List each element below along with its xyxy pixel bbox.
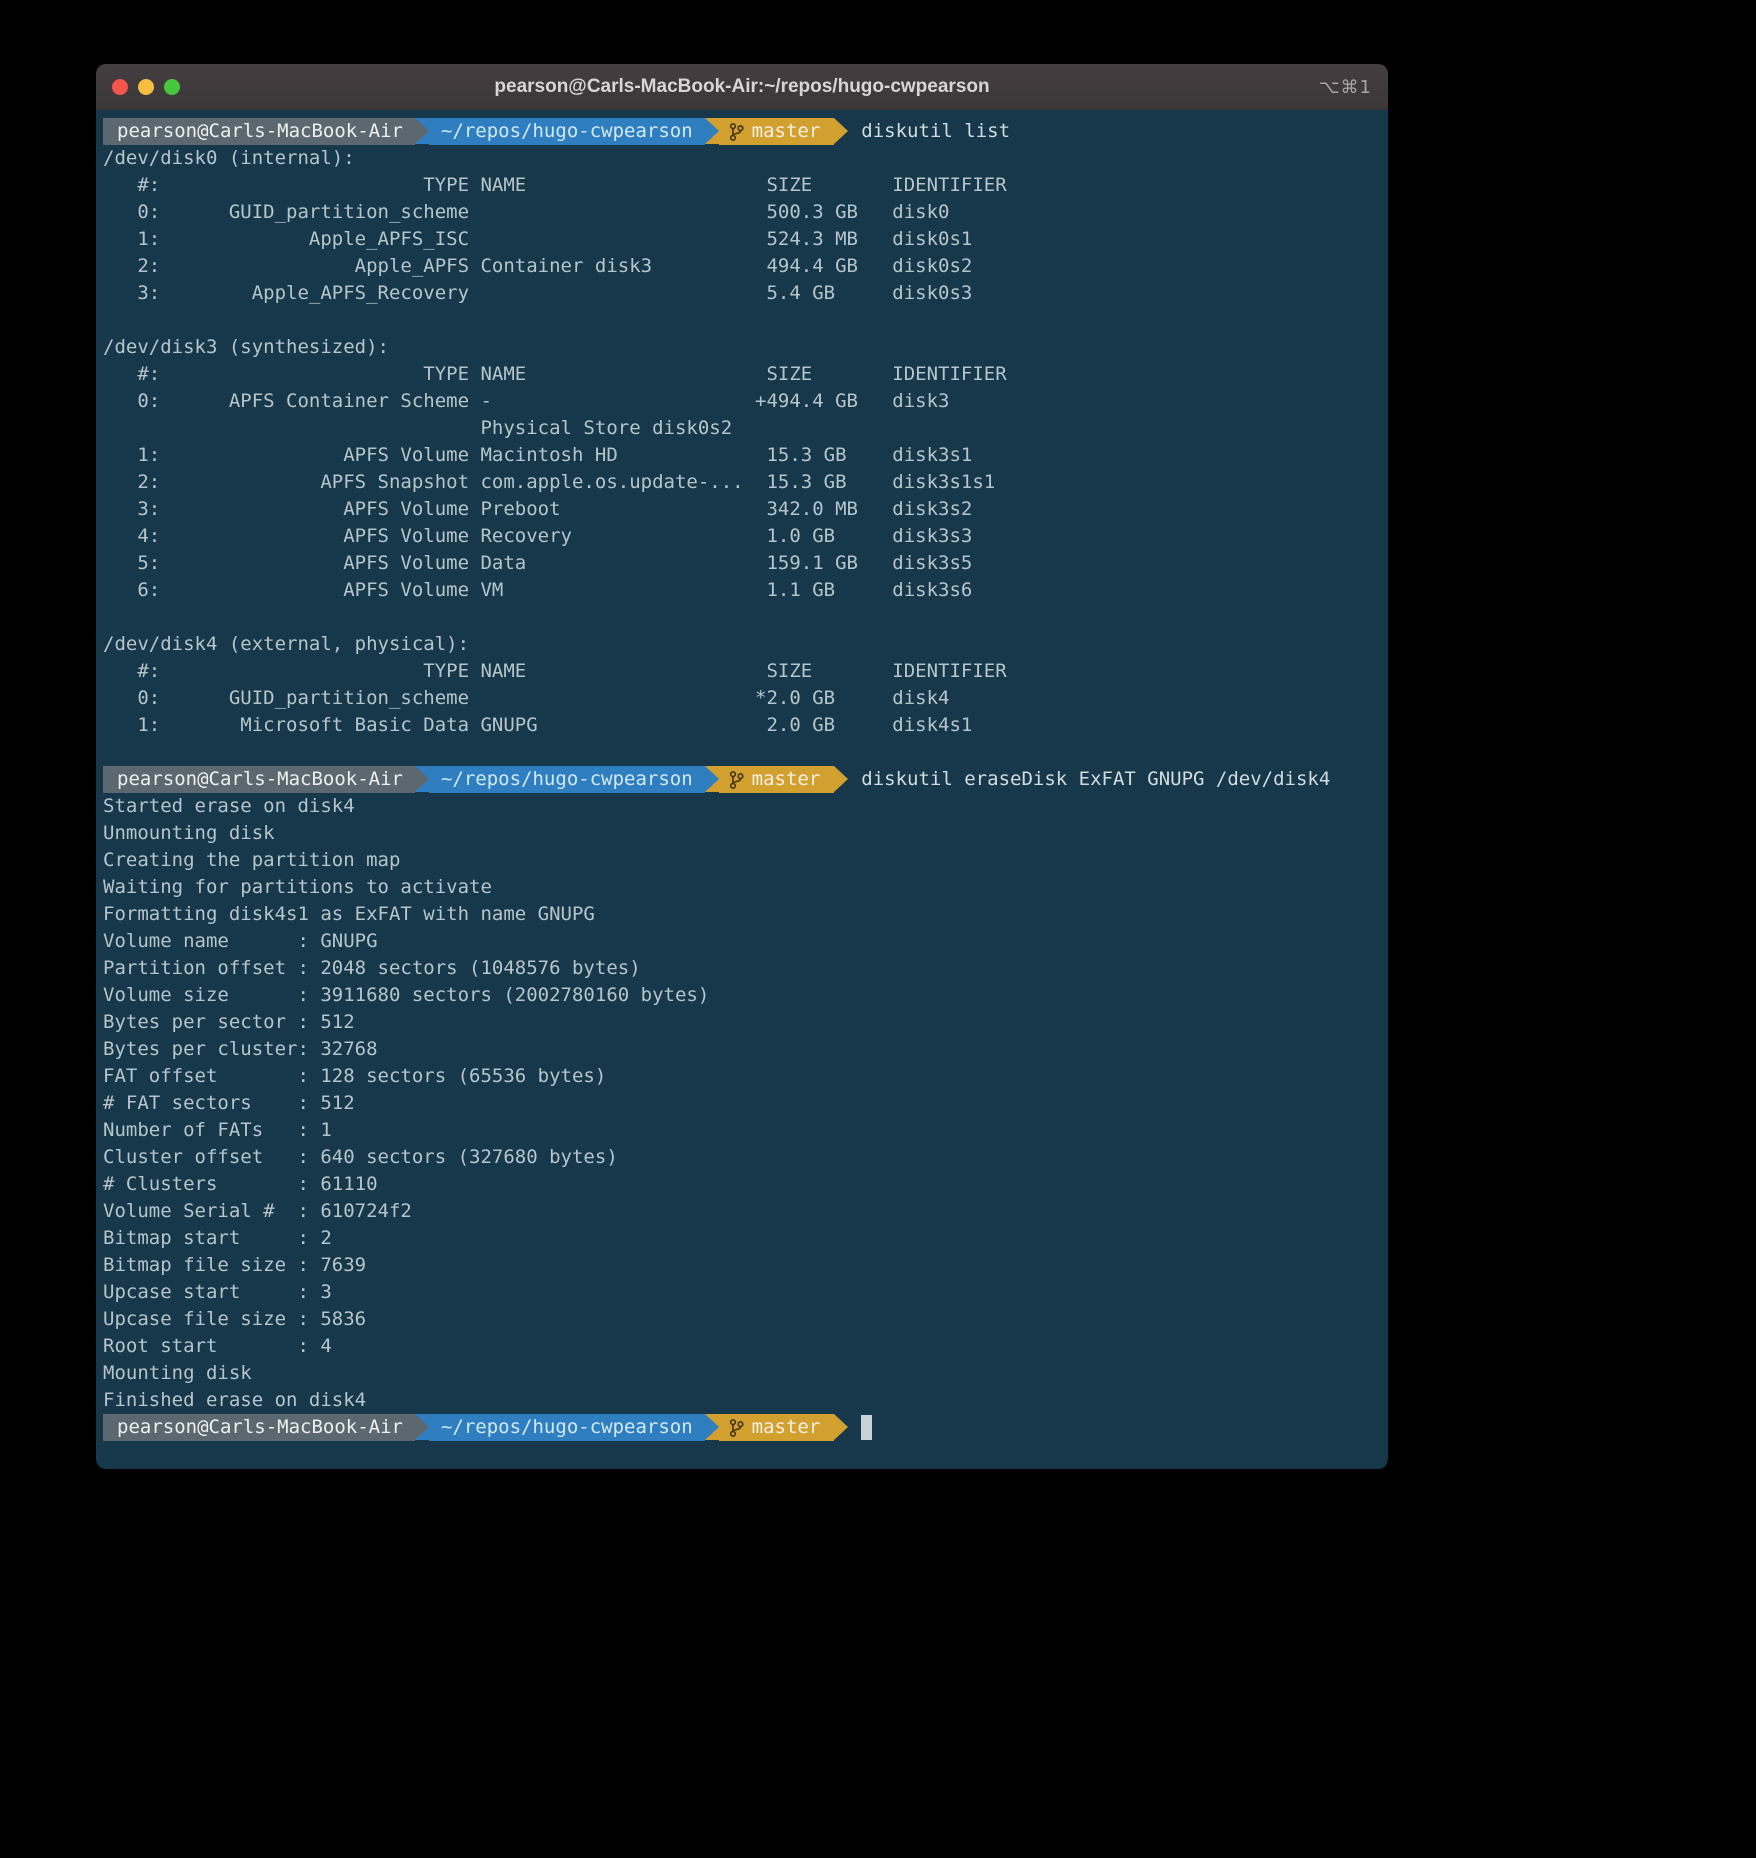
prompt-user: pearson@Carls-MacBook-Air — [117, 1414, 403, 1441]
prompt-path: ~/repos/hugo-cwpearson — [441, 1414, 693, 1441]
prompt-branch: master — [752, 118, 821, 145]
git-branch-icon — [729, 770, 744, 790]
terminal-body[interactable]: pearson@Carls-MacBook-Air ~/repos/hugo-c… — [96, 110, 1388, 1469]
window-shortcut-badge: ⌥⌘1 — [1319, 77, 1372, 98]
powerline-arrow-icon — [705, 1414, 719, 1440]
traffic-lights — [112, 79, 180, 95]
powerline-arrow-icon — [705, 766, 719, 792]
command-text: diskutil eraseDisk ExFAT GNUPG /dev/disk… — [861, 766, 1330, 793]
powerline-arrow-icon — [705, 118, 719, 144]
prompt-user-segment: pearson@Carls-MacBook-Air — [103, 766, 415, 793]
terminal-window: pearson@Carls-MacBook-Air:~/repos/hugo-c… — [96, 64, 1388, 1469]
minimize-button[interactable] — [138, 79, 154, 95]
prompt-user: pearson@Carls-MacBook-Air — [117, 766, 403, 793]
diskutil-list-output: /dev/disk0 (internal): #: TYPE NAME SIZE… — [103, 145, 1380, 739]
powerline-arrow-icon — [834, 118, 848, 144]
erase-disk-output: Started erase on disk4 Unmounting disk C… — [103, 793, 1380, 1414]
prompt-path-segment: ~/repos/hugo-cwpearson — [429, 118, 705, 145]
prompt-line: pearson@Carls-MacBook-Air ~/repos/hugo-c… — [103, 766, 1380, 793]
prompt-line: pearson@Carls-MacBook-Air ~/repos/hugo-c… — [103, 1414, 1380, 1441]
prompt-user-segment: pearson@Carls-MacBook-Air — [103, 1414, 415, 1441]
prompt-branch-segment: master — [719, 1414, 835, 1441]
prompt-path: ~/repos/hugo-cwpearson — [441, 118, 693, 145]
powerline-arrow-icon — [415, 766, 429, 792]
prompt-branch: master — [752, 1414, 821, 1441]
prompt-user-segment: pearson@Carls-MacBook-Air — [103, 118, 415, 145]
prompt-line: pearson@Carls-MacBook-Air ~/repos/hugo-c… — [103, 118, 1380, 145]
prompt-user: pearson@Carls-MacBook-Air — [117, 118, 403, 145]
git-branch-icon — [729, 122, 744, 142]
powerline-arrow-icon — [415, 1414, 429, 1440]
close-button[interactable] — [112, 79, 128, 95]
powerline-arrow-icon — [834, 766, 848, 792]
prompt-path: ~/repos/hugo-cwpearson — [441, 766, 693, 793]
powerline-arrow-icon — [834, 1414, 848, 1440]
prompt-path-segment: ~/repos/hugo-cwpearson — [429, 766, 705, 793]
prompt-branch: master — [752, 766, 821, 793]
prompt-path-segment: ~/repos/hugo-cwpearson — [429, 1414, 705, 1441]
git-branch-icon — [729, 1418, 744, 1438]
window-title: pearson@Carls-MacBook-Air:~/repos/hugo-c… — [96, 76, 1388, 98]
prompt-branch-segment: master — [719, 766, 835, 793]
powerline-arrow-icon — [415, 118, 429, 144]
zoom-button[interactable] — [164, 79, 180, 95]
command-text: diskutil list — [861, 118, 1010, 145]
titlebar[interactable]: pearson@Carls-MacBook-Air:~/repos/hugo-c… — [96, 64, 1388, 110]
terminal-cursor — [861, 1415, 872, 1440]
prompt-branch-segment: master — [719, 118, 835, 145]
